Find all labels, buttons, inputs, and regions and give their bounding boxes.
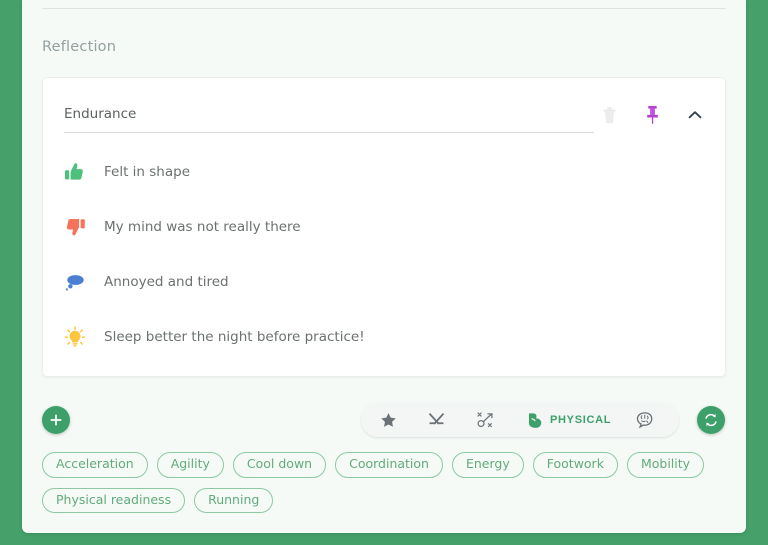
tag-chip[interactable]: Mobility	[626, 452, 705, 478]
reflection-card-actions	[598, 104, 706, 126]
tactics-icon	[477, 411, 493, 427]
tag-chip[interactable]: Running	[194, 487, 274, 513]
list-item-label: Annoyed and tired	[104, 273, 229, 290]
refresh-icon	[705, 413, 717, 427]
reflection-title-input[interactable]	[64, 106, 594, 133]
tab-favorite[interactable]	[368, 403, 415, 437]
list-item[interactable]: Annoyed and tired	[43, 254, 725, 309]
tab-physical[interactable]: PHYSICAL	[513, 403, 623, 437]
add-reflection-button[interactable]	[42, 406, 70, 434]
reflection-card-header	[43, 78, 725, 138]
collapse-button[interactable]	[684, 104, 706, 126]
bicep-icon	[528, 412, 542, 428]
chevron-up-icon	[688, 111, 702, 119]
list-item[interactable]: My mind was not really there	[43, 199, 725, 254]
tag-chip[interactable]: Physical readiness	[42, 487, 186, 513]
reflection-card: Felt in shape My mind was not really the…	[42, 77, 726, 377]
tag-list: Acceleration Agility Cool down Coordinat…	[42, 452, 712, 513]
category-toolbar: PHYSICAL	[361, 403, 680, 437]
thought-bubble-icon	[64, 270, 92, 294]
tag-chip[interactable]: Cool down	[232, 452, 327, 478]
tag-chip[interactable]: Agility	[156, 452, 224, 478]
tab-tactics[interactable]	[464, 403, 513, 437]
thumbs-down-icon	[64, 215, 92, 239]
plus-icon	[50, 414, 62, 426]
delete-button[interactable]	[598, 104, 620, 126]
thumbs-up-icon	[64, 160, 92, 184]
tag-chip[interactable]: Acceleration	[42, 452, 148, 478]
tab-technical[interactable]	[415, 403, 464, 437]
tab-mental[interactable]	[623, 403, 672, 437]
tag-chip[interactable]: Coordination	[335, 452, 443, 478]
list-item[interactable]: Sleep better the night before practice!	[43, 309, 725, 364]
lightbulb-icon	[64, 325, 92, 349]
list-item[interactable]: Felt in shape	[43, 144, 725, 199]
page-panel: Reflection Endurance Felt in shape My mi…	[22, 0, 746, 533]
trash-icon	[603, 107, 615, 124]
tag-chip[interactable]: Footwork	[532, 452, 618, 478]
star-icon	[381, 412, 396, 427]
tab-physical-label: PHYSICAL	[550, 414, 612, 426]
list-item-label: Felt in shape	[104, 163, 191, 180]
reflection-item-list: Felt in shape My mind was not really the…	[43, 144, 725, 364]
hockey-sticks-icon	[428, 412, 445, 425]
page-title: Reflection	[42, 39, 117, 55]
pin-button[interactable]	[641, 104, 663, 126]
pin-icon	[646, 106, 658, 124]
reflection-title-wrap	[64, 103, 594, 133]
brain-icon	[637, 412, 653, 429]
list-item-label: My mind was not really there	[104, 218, 301, 235]
list-item-label: Sleep better the night before practice!	[104, 328, 365, 345]
tag-chip[interactable]: Energy	[451, 452, 524, 478]
sync-button[interactable]	[697, 406, 725, 434]
top-divider	[42, 8, 726, 9]
